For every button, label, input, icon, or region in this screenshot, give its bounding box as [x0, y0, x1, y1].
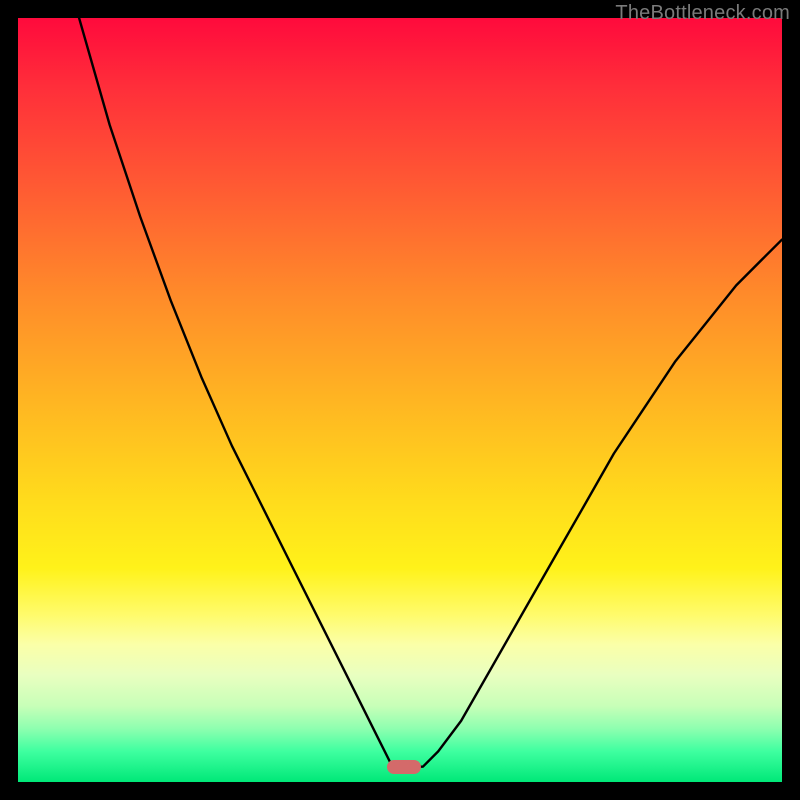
- bottleneck-curve: [18, 18, 782, 782]
- plot-area: [18, 18, 782, 782]
- bottleneck-marker: [387, 760, 421, 774]
- chart-frame: TheBottleneck.com: [0, 0, 800, 800]
- watermark-text: TheBottleneck.com: [615, 2, 790, 25]
